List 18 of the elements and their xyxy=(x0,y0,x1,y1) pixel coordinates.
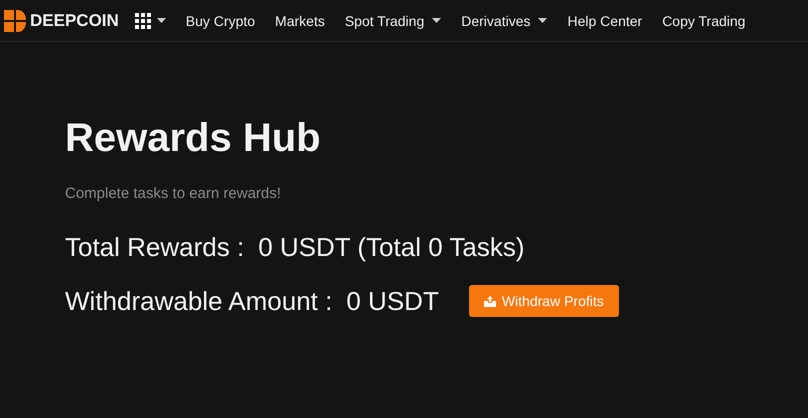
nav-link[interactable]: Buy Crypto xyxy=(186,12,256,28)
nav-link[interactable]: Copy Trading xyxy=(662,12,746,28)
page-subtitle: Complete tasks to earn rewards! xyxy=(65,185,282,202)
grid-icon xyxy=(134,12,151,28)
logo-icon xyxy=(4,10,26,32)
nav-link[interactable]: Markets xyxy=(275,12,325,28)
withdrawable-amount-value: 0 USDT xyxy=(346,286,439,316)
nav-link[interactable]: Spot Trading xyxy=(344,12,442,28)
nav-link[interactable]: Derivatives xyxy=(461,12,548,28)
page-title: Rewards Hub xyxy=(65,116,322,161)
nav-link[interactable]: Help Center xyxy=(567,12,642,28)
total-rewards-value: 0 USDT (Total 0 Tasks) xyxy=(258,232,525,263)
withdrawable-amount-label: Withdrawable Amount : xyxy=(65,286,332,316)
caret-icon xyxy=(156,18,166,23)
total-rewards-label: Total Rewards : xyxy=(65,232,244,263)
upload-icon xyxy=(484,296,496,306)
apps-menu[interactable] xyxy=(134,12,166,28)
logo-text[interactable]: DEEPCOIN xyxy=(30,10,119,30)
